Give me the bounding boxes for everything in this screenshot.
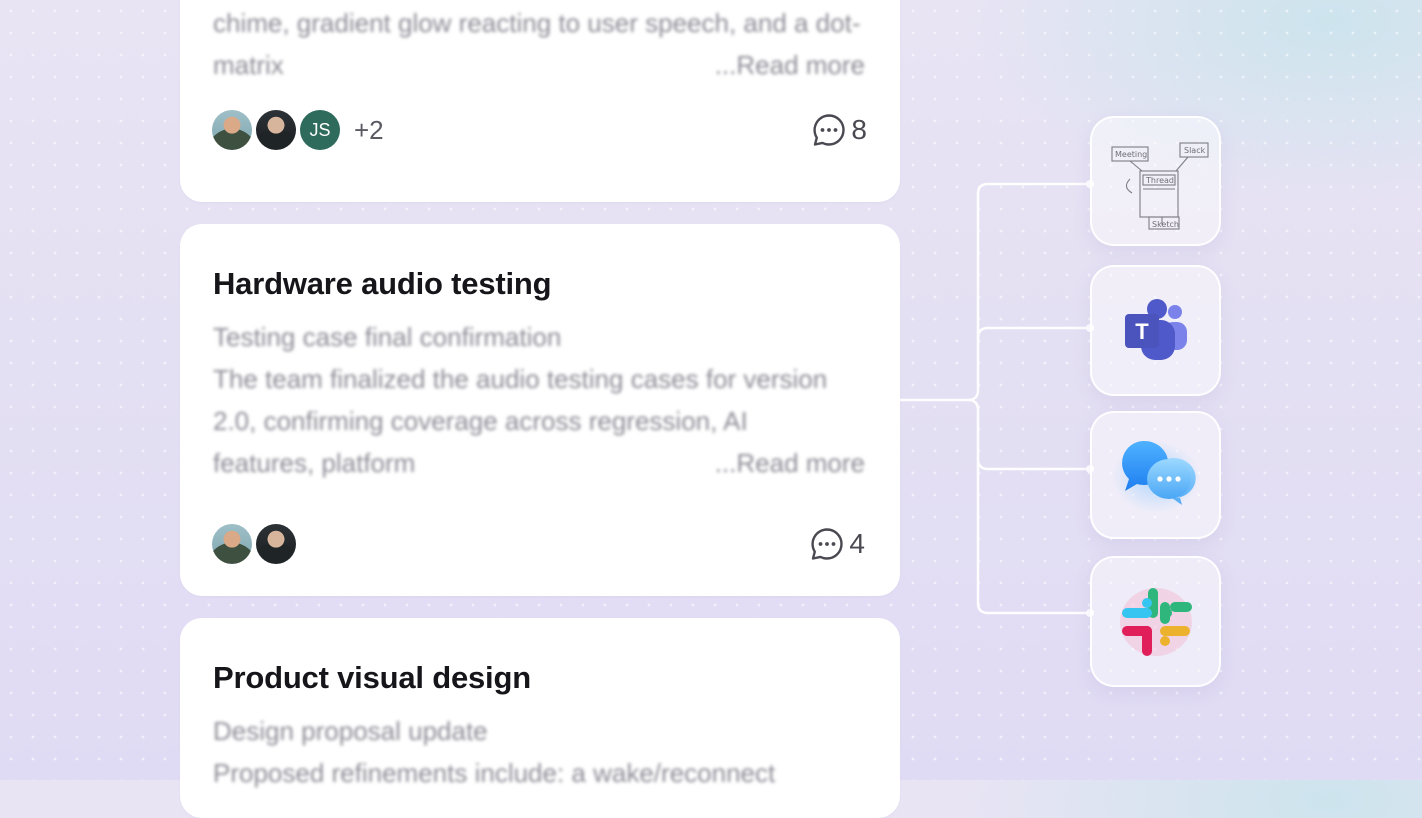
integration-slack-tile[interactable] xyxy=(1090,556,1221,687)
teams-letter: T xyxy=(1135,319,1149,344)
chat-bubbles-icon xyxy=(1111,440,1200,513)
read-more-link[interactable]: ...Read more xyxy=(715,442,865,484)
participant-avatars xyxy=(212,524,300,564)
comment-count: 4 xyxy=(849,528,865,559)
sketch-label: Slack xyxy=(1184,146,1206,155)
integration-messages-tile[interactable] xyxy=(1090,411,1221,539)
summary-card-product-visual-design[interactable]: Product visual design Design proposal up… xyxy=(180,618,900,818)
sketch-label: Meeting xyxy=(1115,150,1147,159)
integration-sketch-tile[interactable]: Meeting Slack Thread Sketch xyxy=(1090,116,1221,246)
card-body-text: Proposed refinements include: a wake/rec… xyxy=(213,758,776,788)
card-subtitle: Design proposal update xyxy=(213,716,488,746)
card-subtitle: Testing case final confirmation xyxy=(213,322,562,352)
slack-icon xyxy=(1119,587,1192,656)
avatar-initials: JS xyxy=(300,110,340,150)
avatar xyxy=(256,524,296,564)
integration-microsoft-teams-tile[interactable]: T xyxy=(1090,265,1221,396)
comment-bubble-icon xyxy=(813,114,846,146)
avatar xyxy=(212,110,252,150)
extra-participants-count: +2 xyxy=(354,114,384,145)
summary-card-top[interactable]: chime, gradient glow reacting to user sp… xyxy=(180,0,900,202)
participant-avatars: JS +2 xyxy=(212,110,384,150)
read-more-link[interactable]: ...Read more xyxy=(715,44,865,86)
summary-card-hardware-audio-testing[interactable]: Hardware audio testing Testing case fina… xyxy=(180,224,900,596)
microsoft-teams-icon: T xyxy=(1124,298,1187,360)
avatar xyxy=(212,524,252,564)
comment-count-button[interactable]: 4 xyxy=(809,526,865,562)
sketch-label: Thread xyxy=(1145,176,1174,185)
sketch-diagram-icon: Meeting Slack Thread Sketch xyxy=(1110,142,1209,230)
card-title: Product visual design xyxy=(213,660,531,695)
sketch-label: Sketch xyxy=(1152,220,1179,229)
card-title: Hardware audio testing xyxy=(213,266,552,301)
avatar xyxy=(256,110,296,150)
comment-count-button[interactable]: 8 xyxy=(811,112,867,148)
comment-bubble-icon xyxy=(811,528,844,560)
comment-count: 8 xyxy=(851,114,867,145)
